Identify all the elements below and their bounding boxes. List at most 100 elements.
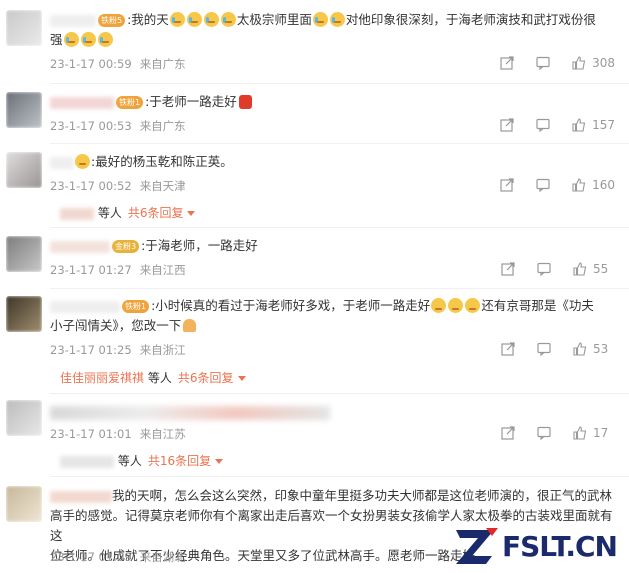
like-count: 53 bbox=[593, 342, 609, 356]
username[interactable] bbox=[50, 156, 74, 169]
reply-user[interactable] bbox=[60, 455, 114, 468]
like-count: 160 bbox=[592, 178, 615, 192]
comment-actions: 17 bbox=[479, 426, 615, 440]
comment-meta: 23-1-17 01:27 来自江西 bbox=[50, 262, 186, 278]
comment-actions: 53 bbox=[479, 342, 615, 356]
avatar[interactable] bbox=[6, 400, 42, 436]
comment-meta: 23-1-17 00:53 来自广东 bbox=[50, 118, 186, 134]
comment-text: 金粉3:于海老师，一路走好 bbox=[50, 236, 615, 256]
divider bbox=[50, 288, 629, 289]
avatar[interactable] bbox=[6, 486, 42, 522]
divider bbox=[50, 393, 629, 394]
divider bbox=[50, 83, 629, 84]
location: 来自广东 bbox=[139, 57, 186, 71]
reply-icon[interactable] bbox=[537, 342, 551, 356]
reply-icon[interactable] bbox=[537, 262, 551, 276]
praying-hands-emoji-icon bbox=[183, 319, 197, 332]
comment-actions: 157 bbox=[478, 118, 615, 132]
comment-text: 铁粉1:于老师一路走好 bbox=[50, 92, 615, 112]
chevron-down-icon bbox=[187, 211, 196, 216]
z-logo-icon bbox=[456, 528, 498, 564]
like-count: 17 bbox=[593, 426, 609, 440]
like-icon[interactable] bbox=[572, 178, 586, 192]
reply-user[interactable] bbox=[60, 207, 94, 220]
crying-emoji-icon bbox=[329, 12, 345, 27]
reply-icon[interactable] bbox=[537, 426, 551, 440]
avatar[interactable] bbox=[6, 296, 42, 332]
location: 来自浙江 bbox=[139, 343, 186, 357]
reply-user[interactable]: 佳佳丽丽爱祺祺 bbox=[60, 371, 144, 385]
chevron-down-icon bbox=[215, 459, 224, 464]
username[interactable] bbox=[50, 240, 110, 253]
username[interactable] bbox=[50, 300, 120, 313]
timestamp: 23-1-17 01:27 bbox=[50, 263, 132, 277]
location: 来自江西 bbox=[139, 263, 186, 277]
timestamp: 23-1-17 00:53 bbox=[50, 119, 132, 133]
share-icon[interactable] bbox=[500, 56, 514, 70]
share-icon[interactable] bbox=[501, 342, 515, 356]
crown-emoji-icon bbox=[75, 154, 90, 169]
reply-summary[interactable]: 等人 共6条回复 bbox=[60, 204, 196, 221]
crying-emoji-icon bbox=[312, 12, 328, 27]
share-icon[interactable] bbox=[501, 262, 515, 276]
share-icon[interactable] bbox=[501, 426, 515, 440]
like-icon[interactable] bbox=[573, 342, 587, 356]
site-watermark: FSLT.CN bbox=[452, 524, 618, 568]
reply-summary[interactable]: 等人 共16条回复 bbox=[60, 452, 224, 469]
like-count: 55 bbox=[593, 262, 609, 276]
avatar[interactable] bbox=[6, 236, 42, 272]
reply-summary[interactable]: 佳佳丽丽爱祺祺 等人 共6条回复 bbox=[60, 369, 246, 386]
crying-emoji-icon bbox=[80, 32, 96, 47]
expand-replies-link[interactable]: 共6条回复 bbox=[128, 206, 184, 220]
crying-emoji-icon bbox=[63, 32, 79, 47]
like-icon[interactable] bbox=[573, 426, 587, 440]
expand-replies-link[interactable]: 共16条回复 bbox=[148, 454, 211, 468]
divider bbox=[50, 143, 629, 144]
comment-text: 铁粉1:小时候真的看过于海老师好多戏，于老师一路走好 还有京哥那是《功夫 小子闯情关… bbox=[50, 298, 594, 333]
like-icon[interactable] bbox=[573, 262, 587, 276]
fan-badge: 铁粉1 bbox=[122, 300, 150, 313]
username[interactable] bbox=[50, 490, 112, 503]
comment-actions: 160 bbox=[478, 178, 615, 192]
timestamp: 23-1-17 00:59 bbox=[50, 57, 132, 71]
timestamp: 23-1-17 00:52 bbox=[50, 179, 132, 193]
sad-emoji-icon bbox=[465, 298, 481, 313]
share-icon[interactable] bbox=[500, 118, 514, 132]
like-icon[interactable] bbox=[572, 56, 586, 70]
comment-meta: 23-1-17 00:52 来自天津 bbox=[50, 178, 186, 194]
fan-badge: 金粉3 bbox=[112, 240, 140, 253]
divider bbox=[50, 227, 629, 228]
location: 来自广东 bbox=[139, 119, 186, 133]
like-count: 308 bbox=[592, 56, 615, 70]
location: 来自湖北 bbox=[139, 550, 186, 564]
location: 来自天津 bbox=[139, 179, 186, 193]
crying-emoji-icon bbox=[169, 12, 185, 27]
comment-text bbox=[50, 402, 615, 422]
reply-icon[interactable] bbox=[536, 118, 550, 132]
avatar[interactable] bbox=[6, 152, 42, 188]
blurred-content bbox=[50, 405, 330, 420]
fan-badge: 铁粉5 bbox=[98, 14, 126, 27]
reply-icon[interactable] bbox=[536, 56, 550, 70]
like-icon[interactable] bbox=[572, 118, 586, 132]
timestamp: 23-1-17 01:09 bbox=[50, 550, 132, 564]
like-count: 157 bbox=[592, 118, 615, 132]
crying-emoji-icon bbox=[97, 32, 113, 47]
comment-actions: 308 bbox=[478, 56, 615, 70]
expand-replies-link[interactable]: 共6条回复 bbox=[178, 371, 234, 385]
location: 来自江苏 bbox=[139, 427, 186, 441]
comment-text: 铁粉5:我的天 太极宗师里面 对他印象很深刻，于海老师演技和武打戏份很强 bbox=[50, 12, 596, 47]
timestamp: 23-1-17 01:01 bbox=[50, 427, 132, 441]
sad-emoji-icon bbox=[448, 298, 464, 313]
share-icon[interactable] bbox=[500, 178, 514, 192]
username[interactable] bbox=[50, 14, 96, 27]
crying-emoji-icon bbox=[203, 12, 219, 27]
avatar[interactable] bbox=[6, 92, 42, 128]
avatar[interactable] bbox=[6, 10, 42, 46]
username[interactable] bbox=[50, 96, 114, 109]
divider bbox=[50, 476, 629, 477]
comment-actions: 55 bbox=[479, 262, 615, 276]
fan-badge: 铁粉1 bbox=[116, 96, 144, 109]
reply-icon[interactable] bbox=[536, 178, 550, 192]
comment-meta: 23-1-17 01:01 来自江苏 bbox=[50, 426, 186, 442]
